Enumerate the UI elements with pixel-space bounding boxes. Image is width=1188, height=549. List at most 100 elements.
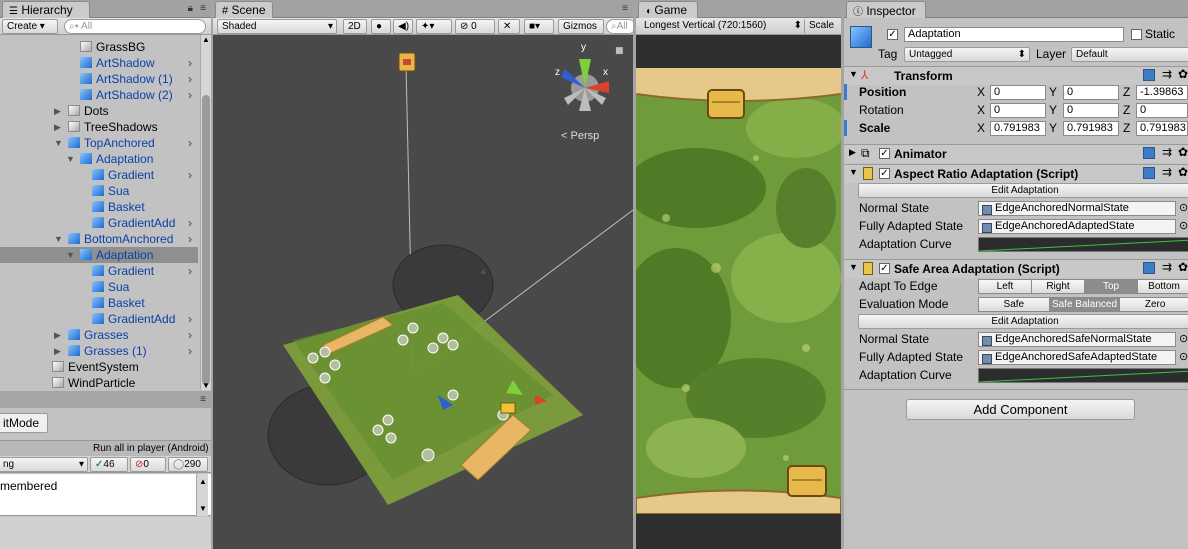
rotation-z-field[interactable]: 0: [1136, 103, 1188, 118]
orientation-gizmo-icon[interactable]: [561, 59, 609, 111]
mode-option-safe-balanced[interactable]: Safe Balanced: [1048, 297, 1121, 312]
mode-2d-button[interactable]: 2D: [343, 19, 367, 34]
edge-option-bottom[interactable]: Bottom: [1137, 279, 1188, 294]
hierarchy-item[interactable]: GradientAdd ›: [0, 311, 198, 327]
help-icon[interactable]: [1143, 262, 1155, 274]
aspect-normal-state-field[interactable]: EdgeAnchoredNormalState: [978, 201, 1176, 216]
hierarchy-item[interactable]: ▶ Dots: [0, 103, 198, 119]
chevron-right-icon[interactable]: ▶: [54, 103, 61, 119]
aspect-curve-field[interactable]: [978, 237, 1188, 252]
hierarchy-item[interactable]: Gradient ›: [0, 167, 198, 183]
object-picker-icon[interactable]: ⊙: [1179, 332, 1188, 345]
chevron-down-icon[interactable]: ▼: [54, 135, 63, 151]
failed-filter-button[interactable]: ⊘0: [130, 457, 166, 472]
safe-header[interactable]: ▼ ✓ Safe Area Adaptation (Script) ⇉ ✿: [844, 259, 1188, 278]
hierarchy-item[interactable]: ▼ Adaptation: [0, 247, 198, 263]
camera-gizmo-icon[interactable]: [398, 52, 416, 72]
test-log-scrollbar[interactable]: ▲ ▼: [196, 474, 208, 516]
scale-slider-label[interactable]: Scale: [804, 19, 841, 34]
lock-icon[interactable]: ■: [615, 46, 624, 56]
hierarchy-item[interactable]: ArtShadow (2) ›: [0, 87, 198, 103]
chevron-down-icon[interactable]: ▼: [66, 247, 75, 263]
edge-option-top[interactable]: Top: [1084, 279, 1138, 294]
menu-icon[interactable]: ≡: [200, 3, 206, 14]
layer-dropdown[interactable]: Default: [1071, 47, 1188, 62]
position-y-field[interactable]: 0: [1063, 85, 1119, 100]
scroll-up-icon[interactable]: ▲: [202, 35, 210, 44]
run-all-button[interactable]: Run all in player (Android): [89, 442, 209, 457]
menu-icon[interactable]: ≡: [200, 394, 206, 405]
active-checkbox[interactable]: ✓: [887, 29, 898, 40]
mode-option-zero[interactable]: Zero: [1119, 297, 1188, 312]
persp-label[interactable]: < Persp: [561, 130, 599, 142]
chevron-right-icon[interactable]: ›: [188, 311, 192, 327]
safe-normal-state-field[interactable]: EdgeAnchoredSafeNormalState: [978, 332, 1176, 347]
aspect-edit-button[interactable]: Edit Adaptation: [858, 183, 1188, 198]
hierarchy-item[interactable]: Sua: [0, 279, 198, 295]
preset-icon[interactable]: ⇉: [1162, 145, 1172, 159]
hierarchy-item[interactable]: ▼ TopAnchored ›: [0, 135, 198, 151]
gear-icon[interactable]: ✿: [1178, 260, 1188, 274]
hierarchy-item[interactable]: ArtShadow ›: [0, 55, 198, 71]
gear-icon[interactable]: ✿: [1178, 145, 1188, 159]
gear-icon[interactable]: ✿: [1178, 67, 1188, 81]
hierarchy-item[interactable]: ArtShadow (1) ›: [0, 71, 198, 87]
chevron-right-icon[interactable]: ›: [188, 71, 192, 87]
chevron-right-icon[interactable]: ›: [188, 343, 192, 359]
animator-enabled-checkbox[interactable]: ✓: [879, 148, 890, 159]
preset-icon[interactable]: ⇉: [1162, 165, 1172, 179]
effects-dropdown[interactable]: ✦▾: [416, 19, 452, 34]
chevron-right-icon[interactable]: ›: [188, 135, 192, 151]
hierarchy-item[interactable]: ▼ BottomAnchored ›: [0, 231, 198, 247]
hierarchy-item[interactable]: Basket: [0, 199, 198, 215]
object-picker-icon[interactable]: ⊙: [1179, 201, 1188, 214]
chevron-right-icon[interactable]: ›: [188, 327, 192, 343]
tag-dropdown[interactable]: Untagged ⬍: [904, 47, 1030, 62]
hierarchy-item[interactable]: Gradient ›: [0, 263, 198, 279]
preset-icon[interactable]: ⇉: [1162, 67, 1172, 81]
chevron-down-icon[interactable]: ▼: [54, 231, 63, 247]
help-icon[interactable]: [1143, 167, 1155, 179]
help-icon[interactable]: [1143, 69, 1155, 81]
hierarchy-item[interactable]: Basket: [0, 295, 198, 311]
object-picker-icon[interactable]: ⊙: [1179, 219, 1188, 232]
hierarchy-item[interactable]: GrassBG: [0, 39, 198, 55]
gear-icon[interactable]: ✿: [1178, 165, 1188, 179]
object-name-field[interactable]: Adaptation: [904, 27, 1124, 42]
hierarchy-scrollbar[interactable]: ▲ ▼: [200, 35, 211, 390]
chevron-right-icon[interactable]: ›: [188, 231, 192, 247]
scale-x-field[interactable]: 0.791983: [990, 121, 1046, 136]
animator-header[interactable]: ▶ ⧉ ✓ Animator ⇉ ✿: [844, 144, 1188, 163]
hierarchy-item[interactable]: ▶ Grasses ›: [0, 327, 198, 343]
resolution-dropdown[interactable]: Longest Vertical (720:1560) ⬍: [640, 19, 802, 34]
hierarchy-item[interactable]: ▼ Adaptation: [0, 151, 198, 167]
scene-viewport[interactable]: y x z ■ < Persp ⁘: [213, 35, 633, 549]
add-component-button[interactable]: Add Component: [906, 399, 1135, 420]
tab-inspector[interactable]: ⓘ Inspector: [846, 1, 926, 18]
static-checkbox[interactable]: [1131, 29, 1142, 40]
scene-search-input[interactable]: ⌕All: [606, 19, 633, 34]
chevron-right-icon[interactable]: ▶: [54, 327, 61, 343]
chevron-right-icon[interactable]: ›: [188, 263, 192, 279]
hierarchy-item[interactable]: ▶ Grasses (1) ›: [0, 343, 198, 359]
chevron-right-icon[interactable]: ›: [188, 167, 192, 183]
hierarchy-item[interactable]: GradientAdd ›: [0, 215, 198, 231]
gizmos-dropdown[interactable]: Gizmos: [558, 19, 604, 34]
aspect-adapted-state-field[interactable]: EdgeAnchoredAdaptedState: [978, 219, 1176, 234]
scroll-down-icon[interactable]: ▼: [202, 381, 210, 390]
position-x-field[interactable]: 0: [990, 85, 1046, 100]
transform-header[interactable]: ▼ ⅄ Transform ⇉ ✿: [844, 66, 1188, 85]
edge-option-right[interactable]: Right: [1031, 279, 1085, 294]
create-button[interactable]: Create ▾: [2, 19, 58, 34]
aspect-header[interactable]: ▼ ✓ Aspect Ratio Adaptation (Script) ⇉ ✿: [844, 164, 1188, 183]
hierarchy-item[interactable]: Sua: [0, 183, 198, 199]
skipped-filter-button[interactable]: ◯290: [168, 457, 208, 472]
object-picker-icon[interactable]: ⊙: [1179, 350, 1188, 363]
edge-option-left[interactable]: Left: [978, 279, 1032, 294]
hierarchy-item[interactable]: EventSystem: [0, 359, 198, 375]
chevron-down-icon[interactable]: ▼: [66, 151, 75, 167]
scroll-down-icon[interactable]: ▼: [199, 504, 207, 513]
position-z-field[interactable]: -1.39863: [1136, 85, 1188, 100]
menu-icon[interactable]: ≡: [622, 3, 628, 14]
hierarchy-item[interactable]: ▶ TreeShadows: [0, 119, 198, 135]
